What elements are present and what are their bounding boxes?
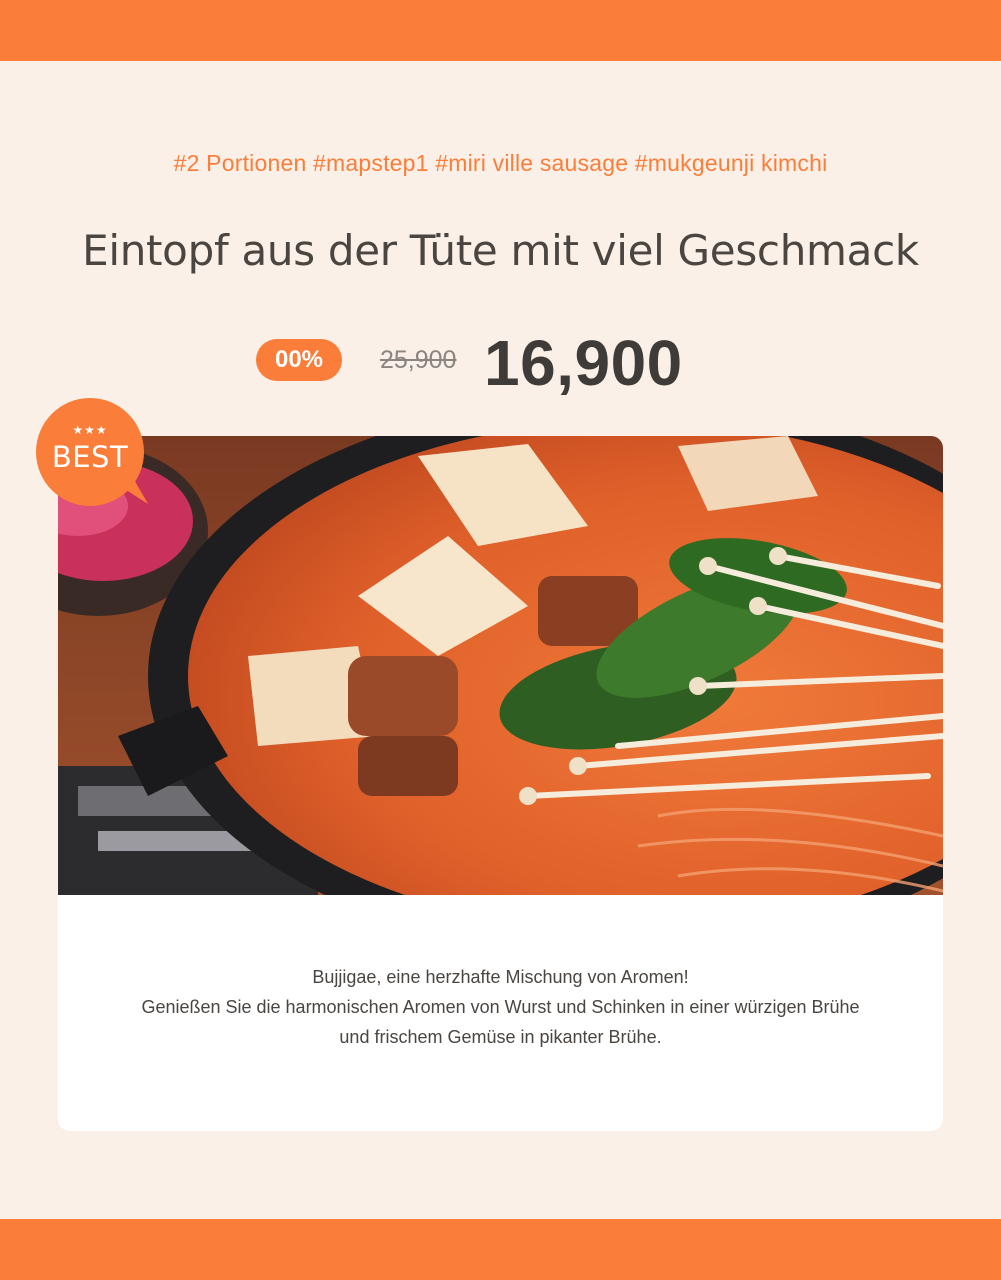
description-line: Bujjigae, eine herzhafte Mischung von Ar… — [312, 967, 689, 987]
description-line: Genießen Sie die harmonischen Aromen von… — [141, 997, 860, 1017]
hashtag-line: #2 Portionen #mapstep1 #miri ville sausa… — [173, 150, 828, 176]
food-photo-icon — [58, 436, 943, 895]
product-card: Bujjigae, eine herzhafte Mischung von Ar… — [58, 436, 943, 1131]
best-label: BEST — [51, 440, 129, 474]
star-rating-icon: ★★★ — [72, 423, 108, 437]
discount-badge: 00% — [256, 339, 342, 381]
bottom-banner — [0, 1219, 1001, 1280]
sale-price: 16,900 — [484, 327, 683, 399]
product-description: Bujjigae, eine herzhafte Mischung von Ar… — [58, 962, 943, 1052]
price-row: 00% 25,900 16,900 — [0, 326, 1001, 399]
original-price: 25,900 — [380, 346, 457, 374]
best-badge: ★★★ BEST — [36, 398, 156, 510]
product-page: #2 Portionen #mapstep1 #miri ville sausa… — [0, 0, 1001, 1280]
description-line: und frischem Gemüse in pikanter Brühe. — [339, 1027, 662, 1047]
product-title: Eintopf aus der Tüte mit viel Geschmack — [82, 226, 919, 275]
top-banner — [0, 0, 1001, 61]
